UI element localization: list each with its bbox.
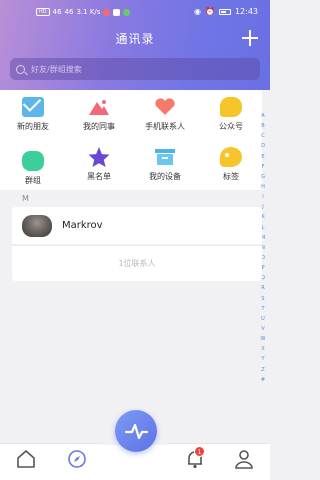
contact-name: Markrov bbox=[62, 220, 103, 231]
alphabet-letter[interactable]: # bbox=[261, 375, 265, 385]
device-icon bbox=[155, 149, 175, 165]
network-speed: 3.1 K/s bbox=[76, 8, 101, 16]
eye-icon: ◉ bbox=[193, 7, 201, 16]
alphabet-letter[interactable]: S bbox=[261, 294, 264, 304]
shortcut-label: 我的设备 bbox=[149, 172, 181, 181]
shortcut-blacklist[interactable]: 黑名单 bbox=[66, 142, 132, 188]
alphabet-letter[interactable]: J bbox=[262, 202, 263, 212]
search-input[interactable] bbox=[31, 64, 231, 74]
alphabet-letter[interactable]: U bbox=[261, 314, 265, 324]
app-icon-2 bbox=[123, 8, 131, 16]
alarm-icon: ⏰ bbox=[204, 7, 215, 16]
contact-row[interactable]: Markrov bbox=[12, 207, 262, 244]
contact-count: 1位联系人 bbox=[12, 245, 262, 281]
tag-icon bbox=[220, 147, 242, 167]
notification-badge: 1 bbox=[194, 446, 205, 457]
alphabet-letter[interactable]: Y bbox=[261, 354, 264, 364]
alphabet-letter[interactable]: A bbox=[261, 111, 264, 121]
search-icon bbox=[16, 64, 25, 74]
profile-icon[interactable] bbox=[233, 448, 255, 470]
shortcut-new-friends[interactable]: 新的朋友 bbox=[0, 92, 66, 138]
shortcut-colleagues[interactable]: 我的同事 bbox=[66, 92, 132, 138]
cloud-icon bbox=[22, 151, 44, 171]
alphabet-letter[interactable]: L bbox=[262, 223, 265, 233]
alphabet-letter[interactable]: R bbox=[261, 283, 264, 293]
shortcut-label: 新的朋友 bbox=[17, 122, 49, 131]
heart-icon bbox=[155, 98, 175, 115]
mountain-icon bbox=[89, 100, 109, 115]
home-icon[interactable] bbox=[15, 448, 37, 470]
alphabet-letter[interactable]: D bbox=[261, 141, 265, 151]
alphabet-letter[interactable]: E bbox=[261, 152, 264, 162]
alphabet-letter[interactable]: G bbox=[261, 172, 265, 182]
pulse-icon bbox=[124, 423, 149, 440]
signal-indicator-2: 46 bbox=[64, 8, 74, 16]
shortcut-groups[interactable]: 群组 bbox=[0, 142, 66, 188]
shortcut-label: 我的同事 bbox=[83, 122, 115, 131]
alphabet-letter[interactable]: X bbox=[261, 344, 264, 354]
header: HD 46 46 3.1 K/s ◉ ⏰ 12:43 通讯录 bbox=[0, 0, 270, 90]
page-title: 通讯录 bbox=[115, 32, 155, 46]
status-left: HD 46 46 3.1 K/s bbox=[36, 8, 131, 16]
add-button[interactable] bbox=[240, 28, 260, 48]
app-icon bbox=[113, 8, 121, 16]
status-right: ◉ ⏰ 12:43 bbox=[194, 7, 258, 16]
status-bar: HD 46 46 3.1 K/s ◉ ⏰ 12:43 bbox=[0, 0, 270, 26]
star-icon bbox=[88, 147, 110, 167]
alphabet-letter[interactable]: H bbox=[261, 182, 265, 192]
alphabet-letter[interactable]: Z bbox=[261, 365, 264, 375]
shortcut-tags[interactable]: 标签 bbox=[198, 142, 264, 188]
battery-icon bbox=[218, 8, 231, 15]
weibo-icon bbox=[103, 8, 111, 16]
alphabet-letter[interactable]: W bbox=[261, 334, 266, 344]
shortcut-label: 公众号 bbox=[219, 122, 243, 131]
alphabet-letter[interactable]: C bbox=[261, 131, 265, 141]
shortcut-phone-contacts[interactable]: 手机联系人 bbox=[132, 92, 198, 138]
alphabet-letter[interactable]: F bbox=[262, 162, 265, 172]
shortcut-label: 群组 bbox=[25, 176, 41, 185]
discover-icon[interactable] bbox=[66, 448, 88, 470]
mail-icon bbox=[22, 97, 44, 117]
chat-bubble-icon bbox=[220, 97, 242, 117]
hd-indicator: HD bbox=[36, 8, 50, 16]
shortcut-label: 手机联系人 bbox=[145, 122, 185, 131]
signal-indicator-1: 46 bbox=[52, 8, 62, 16]
search-bar[interactable] bbox=[10, 58, 260, 80]
clock: 12:43 bbox=[234, 7, 258, 16]
shortcut-my-devices[interactable]: 我的设备 bbox=[132, 142, 198, 188]
shortcut-official-accounts[interactable]: 公众号 bbox=[198, 92, 264, 138]
shortcut-label: 黑名单 bbox=[87, 172, 111, 181]
alphabet-letter[interactable]: V bbox=[261, 324, 264, 334]
shortcut-grid: 新的朋友 我的同事 手机联系人 公众号 群组 黑名单 我的设备 标签 bbox=[0, 90, 262, 190]
alphabet-letter[interactable]: T bbox=[261, 304, 264, 314]
center-action-button[interactable] bbox=[115, 410, 157, 452]
avatar bbox=[22, 214, 52, 237]
section-header: M bbox=[22, 194, 29, 203]
shortcut-label: 标签 bbox=[223, 172, 239, 181]
alphabet-letter[interactable]: I bbox=[262, 192, 263, 202]
alphabet-letter[interactable]: B bbox=[261, 121, 264, 131]
